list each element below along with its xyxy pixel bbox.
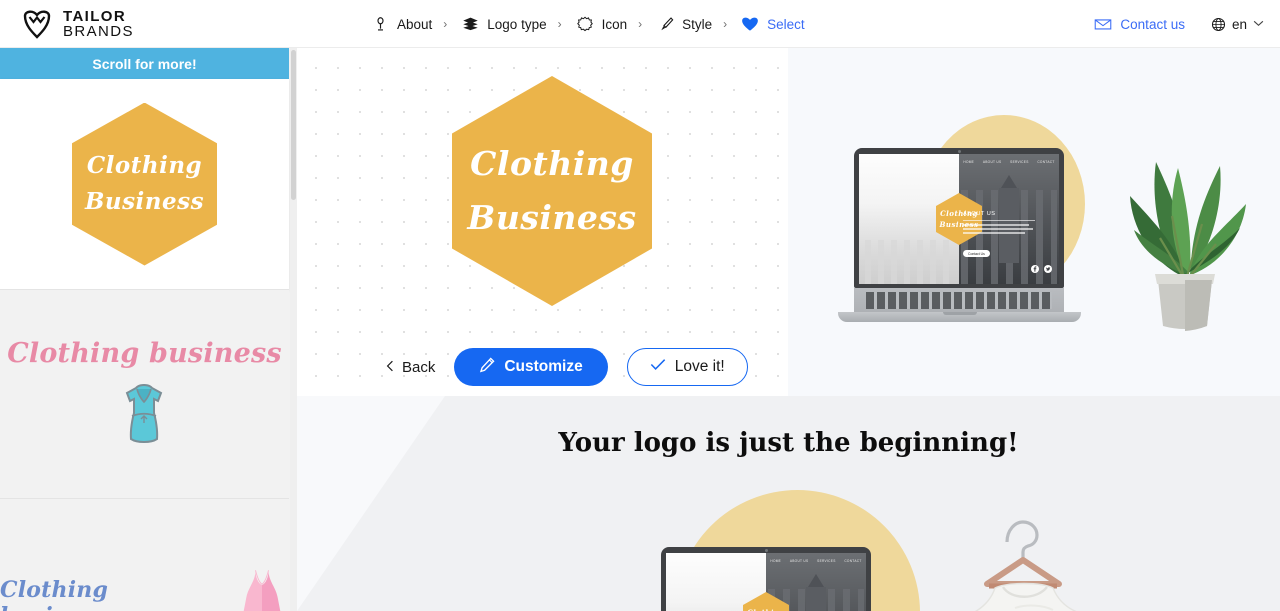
heart-icon [740,14,760,34]
top-header: TAILOR BRANDS About › Logo type › Icon ›… [0,0,1280,48]
teal-dress-icon [120,383,168,450]
brand-name-line2: BRANDS [63,22,134,40]
list-item[interactable]: Clothing business [0,499,289,611]
chevron-right-icon: › [723,17,728,31]
sidebar-logo-text: Clothing business [7,338,282,369]
back-button[interactable]: Back [386,359,435,376]
tshirt-on-hanger-mockup [895,508,1095,611]
mockup-social-icons [1031,260,1052,278]
wizard-step-nav: About › Logo type › Icon › Style › Selec… [370,0,805,48]
laptop-keyboard [854,288,1064,312]
language-label: en [1231,16,1247,32]
mockup-logo-hexagon: Clothing Business [743,592,789,611]
customize-button[interactable]: Customize [454,348,608,386]
layers-icon [460,14,480,34]
mockup-nav-item: CONTACT [1037,160,1055,164]
nav-step-select-label: Select [767,16,805,32]
sidebar-logo-script-pink: Clothing business [7,338,282,450]
mockup-nav-item: HOME [963,160,975,164]
decorative-plant [1112,104,1258,334]
mockup-about-section: ABOUT US [963,211,1035,234]
sidebar-logo-hexagon: Clothing Business [72,102,217,266]
pink-dress-icon [235,566,289,611]
laptop-website-mockup: HOME ABOUT US SERVICES CONTACT Clothing … [838,148,1081,322]
list-item[interactable]: Clothing business [0,290,289,499]
mockup-logo-line1: Clothing [747,607,785,611]
mockup-nav-item: HOME [770,559,782,563]
laptop-screen: HOME ABOUT US SERVICES CONTACT Clothing … [859,154,1059,284]
nav-step-logo-type[interactable]: Logo type [460,0,547,48]
burst-icon [575,14,595,34]
chevron-right-icon: › [557,17,562,31]
nav-step-logo-type-label: Logo type [487,16,547,32]
envelope-icon [1094,17,1112,31]
mockup-nav-item: ABOUT US [982,160,1002,164]
scroll-for-more-label: Scroll for more! [92,55,197,72]
laptop-base [838,312,1081,322]
pencil-icon [479,356,495,378]
brand-name-line1: TAILOR [63,7,127,25]
preview-logo-line2: Business [467,198,637,237]
laptop-website-mockup: HOME ABOUT US SERVICES CONTACT Clothing … [645,547,888,611]
brand-logo[interactable]: TAILOR BRANDS [20,7,134,41]
mockup-site-nav: HOME ABOUT US SERVICES CONTACT [766,559,866,563]
upsell-heading: Your logo is just the beginning! [558,428,1019,458]
preview-logo-line1: Clothing [470,143,634,183]
sidebar-logo-line2: Business [84,188,205,215]
mockup-about-title: ABOUT US [963,211,996,218]
laptop-camera-dot [764,549,768,552]
nav-step-about[interactable]: About [370,0,432,48]
upsell-section: Your logo is just the beginning! HOME AB… [297,396,1280,611]
chevron-right-icon: › [443,17,448,31]
laptop-screen: HOME ABOUT US SERVICES CONTACT Clothing … [666,553,866,611]
mockup-nav-item: CONTACT [844,559,862,563]
sidebar-scrollbar[interactable] [290,48,297,611]
laptop-camera-dot [957,150,961,153]
love-it-button[interactable]: Love it! [626,348,748,386]
chevron-left-icon [386,359,394,375]
mockup-cta-button: Contact Us [963,250,990,258]
selected-logo-preview[interactable]: Clothing Business [452,76,652,306]
nav-step-icon-label: Icon [601,16,628,32]
sidebar-logo-line1: Clothing [86,152,203,180]
chevron-right-icon: › [638,17,643,31]
laptop-mockup-panel: HOME ABOUT US SERVICES CONTACT Clothing … [788,48,1280,396]
brush-icon [655,14,675,34]
love-it-button-label: Love it! [674,358,725,375]
tailor-brands-heart-logo-icon [20,7,54,41]
logo-preview-stage: Clothing Business HOME ABOUT US SERVICES… [297,48,1280,396]
list-item[interactable]: Clothing Business [0,79,289,290]
nav-step-style[interactable]: Style [655,0,712,48]
sidebar-logo-text: Clothing business [0,577,109,611]
mockup-nav-item: SERVICES [1010,160,1029,164]
mockup-nav-item: SERVICES [817,559,836,563]
logo-results-sidebar[interactable]: Scroll for more! Clothing Business Cloth… [0,48,297,611]
nav-step-select[interactable]: Select [740,0,805,48]
back-button-label: Back [402,358,436,376]
tailor-brands-logo-maker-page: TAILOR BRANDS About › Logo type › Icon ›… [0,0,1280,611]
person-icon [370,14,390,34]
mockup-nav-item: ABOUT US [789,559,809,563]
chevron-down-icon [1253,18,1264,30]
mockup-site-nav: HOME ABOUT US SERVICES CONTACT [959,160,1059,164]
sidebar-logo-script-blue: Clothing business [0,566,289,611]
scroll-for-more-banner: Scroll for more! [0,48,289,87]
twitter-icon [1044,260,1052,278]
contact-us-link[interactable]: Contact us [1094,17,1185,32]
header-right-actions: Contact us en [1094,0,1264,48]
language-selector[interactable]: en [1211,17,1264,32]
customize-button-label: Customize [504,358,583,375]
nav-step-icon[interactable]: Icon [575,0,628,48]
contact-us-label: Contact us [1120,16,1185,32]
nav-step-about-label: About [397,16,433,32]
sidebar-scrollbar-thumb[interactable] [291,50,296,200]
facebook-icon [1031,260,1039,278]
preview-action-bar: Back Customize Love it! [386,348,748,386]
nav-step-style-label: Style [682,16,713,32]
globe-icon [1211,17,1226,32]
check-icon [650,358,666,376]
